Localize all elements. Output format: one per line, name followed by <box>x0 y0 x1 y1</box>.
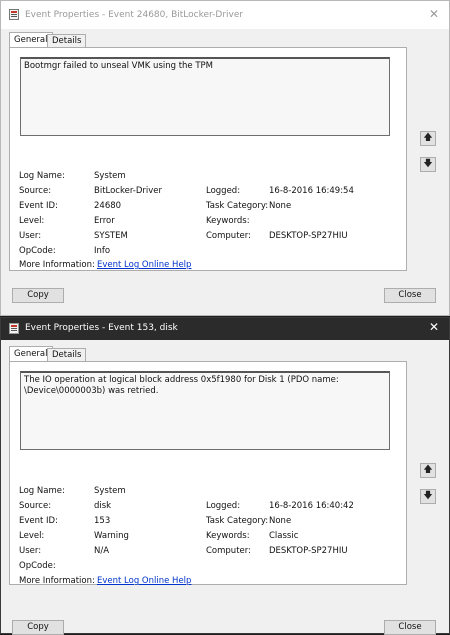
label-event-id: Event ID: <box>19 201 58 211</box>
next-event-button[interactable]: 🡇 <box>420 489 436 504</box>
value-user: SYSTEM <box>94 231 128 241</box>
tab-details[interactable]: Details <box>47 348 87 362</box>
arrow-up-icon: 🡅 <box>423 465 433 475</box>
event-message[interactable]: The IO operation at logical block addres… <box>20 371 390 450</box>
event-log-online-help-link[interactable]: Event Log Online Help <box>97 576 191 586</box>
label-level: Level: <box>19 216 45 226</box>
value-keywords: Classic <box>269 531 299 541</box>
window-client: General Details The IO operation at logi… <box>1 340 449 635</box>
label-log-name: Log Name: <box>19 486 65 496</box>
label-logged: Logged: <box>206 186 241 196</box>
arrow-down-icon: 🡇 <box>423 491 433 501</box>
event-properties-window-1: Event Properties - Event 24680, BitLocke… <box>0 0 450 316</box>
close-icon[interactable]: ✕ <box>429 320 439 334</box>
label-task-category: Task Category: <box>206 201 269 211</box>
arrow-down-icon: 🡇 <box>423 159 433 169</box>
label-more-info: More Information: <box>19 576 95 586</box>
label-computer: Computer: <box>206 546 251 556</box>
window-title: Event Properties - Event 24680, BitLocke… <box>25 10 244 20</box>
value-log-name: System <box>94 171 126 181</box>
event-message[interactable]: Bootmgr failed to unseal VMK using the T… <box>20 57 390 136</box>
next-event-button[interactable]: 🡇 <box>420 157 436 172</box>
value-level: Error <box>94 216 115 226</box>
title-bar[interactable]: Event Properties - Event 153, disk ✕ <box>1 318 449 340</box>
value-level: Warning <box>94 531 129 541</box>
window-client: General Details Bootmgr failed to unseal… <box>1 29 449 315</box>
label-user: User: <box>19 231 42 241</box>
value-task-category: None <box>269 516 292 526</box>
close-button[interactable]: Close <box>384 620 436 635</box>
close-icon[interactable]: ✕ <box>429 7 439 21</box>
event-log-online-help-link[interactable]: Event Log Online Help <box>97 260 191 270</box>
value-event-id: 24680 <box>94 201 122 211</box>
label-opcode: OpCode: <box>19 561 56 571</box>
value-opcode: Info <box>94 246 111 256</box>
value-event-id: 153 <box>94 516 111 526</box>
arrow-up-icon: 🡅 <box>423 133 433 143</box>
label-log-name: Log Name: <box>19 171 65 181</box>
label-user: User: <box>19 546 42 556</box>
label-logged: Logged: <box>206 501 241 511</box>
label-source: Source: <box>19 186 52 196</box>
label-computer: Computer: <box>206 231 251 241</box>
general-panel: The IO operation at logical block addres… <box>9 361 407 586</box>
value-source: BitLocker-Driver <box>94 186 163 196</box>
label-keywords: Keywords: <box>206 216 250 226</box>
label-level: Level: <box>19 531 45 541</box>
value-logged: 16-8-2016 16:40:42 <box>269 501 354 511</box>
value-log-name: System <box>94 486 126 496</box>
title-bar[interactable]: Event Properties - Event 24680, BitLocke… <box>1 1 449 29</box>
general-panel: Bootmgr failed to unseal VMK using the T… <box>9 47 407 271</box>
copy-button[interactable]: Copy <box>12 288 64 303</box>
label-task-category: Task Category: <box>206 516 269 526</box>
value-logged: 16-8-2016 16:49:54 <box>269 186 354 196</box>
value-task-category: None <box>269 201 292 211</box>
label-opcode: OpCode: <box>19 246 56 256</box>
label-keywords: Keywords: <box>206 531 250 541</box>
label-source: Source: <box>19 501 52 511</box>
label-more-info: More Information: <box>19 260 95 270</box>
window-title: Event Properties - Event 153, disk <box>25 323 178 333</box>
tab-details[interactable]: Details <box>47 34 87 48</box>
close-button[interactable]: Close <box>384 288 436 303</box>
previous-event-button[interactable]: 🡅 <box>420 131 436 146</box>
previous-event-button[interactable]: 🡅 <box>420 463 436 478</box>
value-computer: DESKTOP-SP27HIU <box>269 231 348 241</box>
label-event-id: Event ID: <box>19 516 58 526</box>
value-source: disk <box>94 501 112 511</box>
event-viewer-icon <box>9 9 19 20</box>
copy-button[interactable]: Copy <box>12 620 64 635</box>
value-user: N/A <box>94 546 110 556</box>
event-properties-window-2: Event Properties - Event 153, disk ✕ Gen… <box>0 317 450 635</box>
value-computer: DESKTOP-SP27HIU <box>269 546 348 556</box>
event-viewer-icon <box>9 323 19 334</box>
